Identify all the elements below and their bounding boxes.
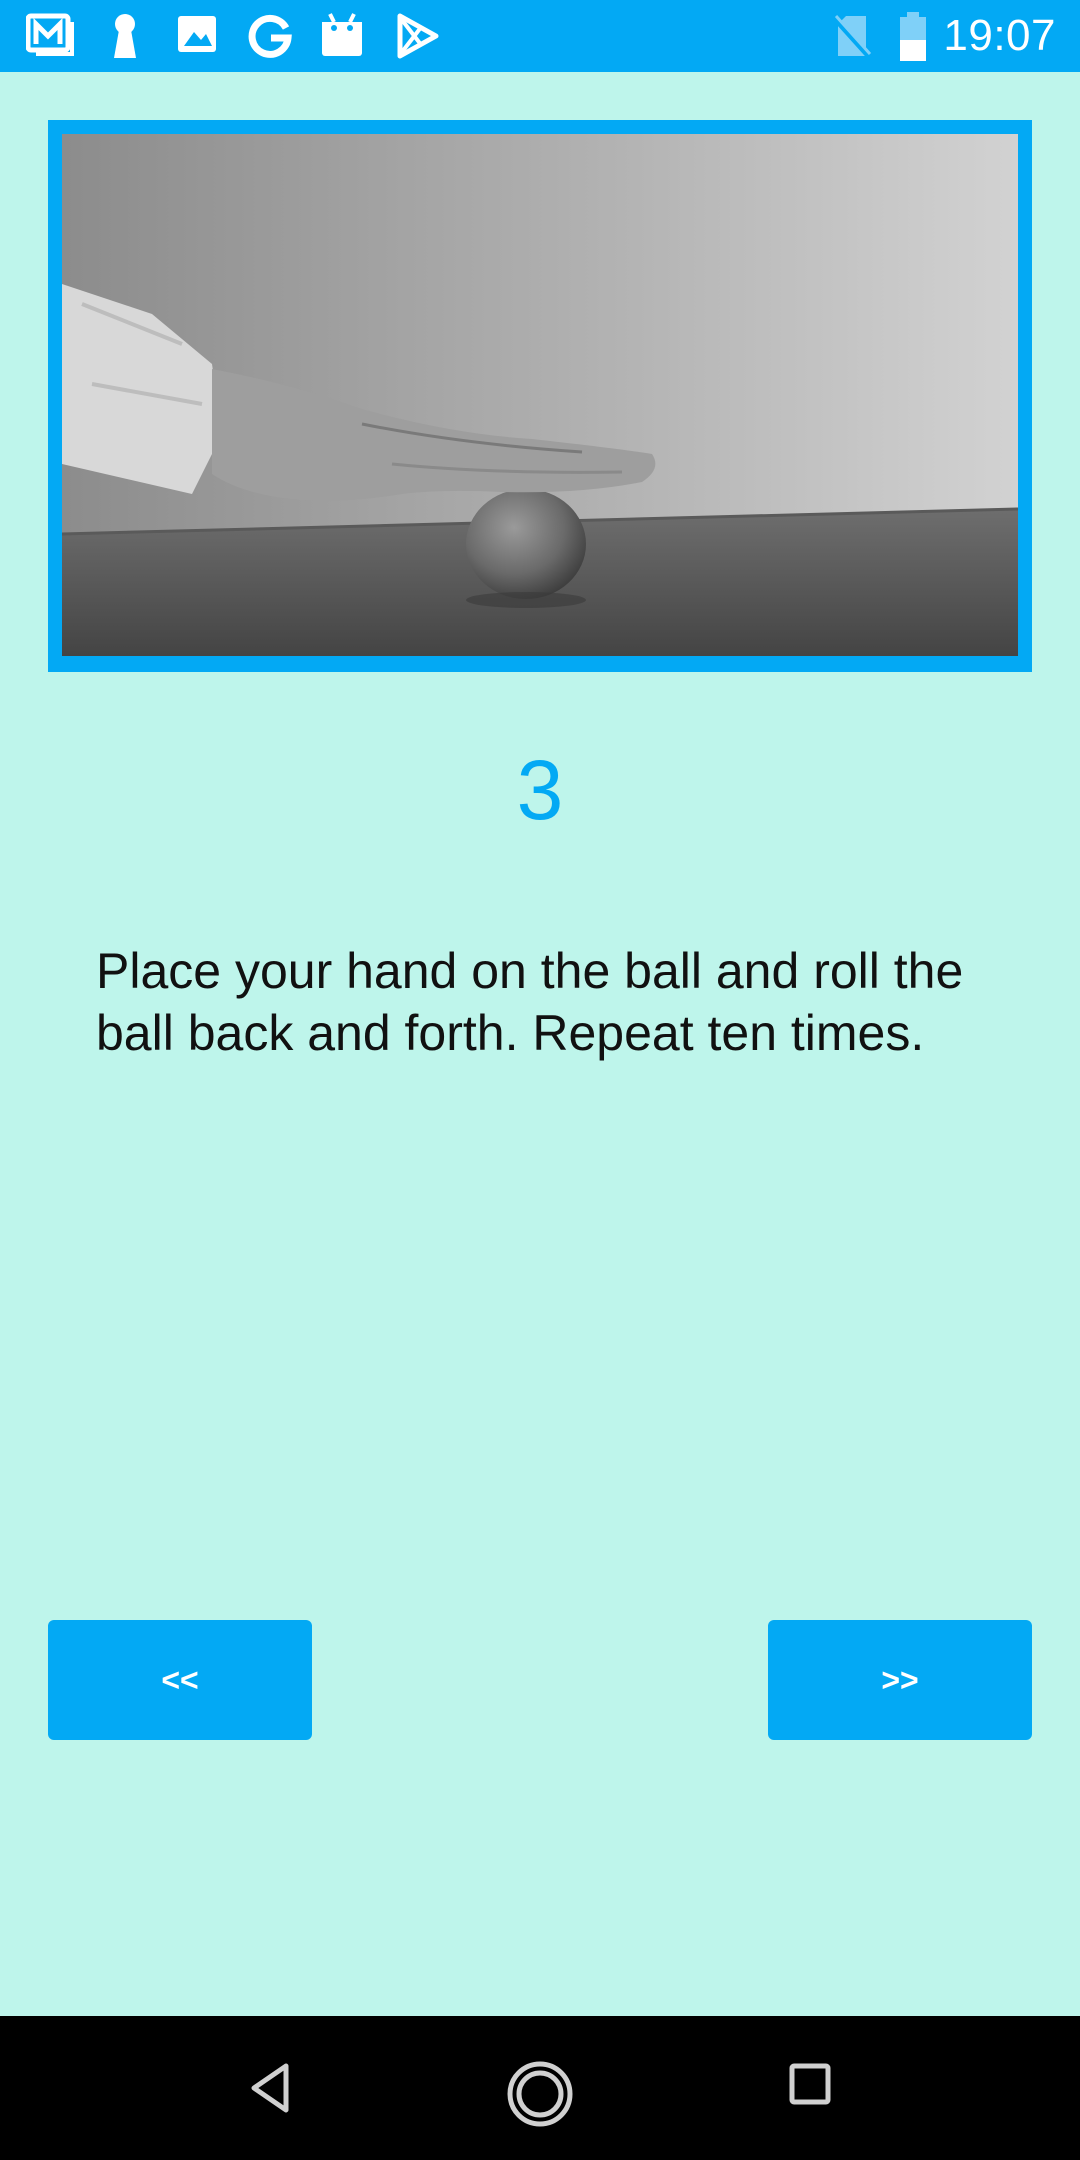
status-bar: 19:07 bbox=[0, 0, 1080, 72]
exercise-image bbox=[62, 134, 1018, 656]
next-button[interactable]: >> bbox=[768, 1620, 1032, 1740]
image-icon bbox=[178, 16, 216, 52]
recents-icon[interactable] bbox=[786, 2060, 834, 2108]
gmail-icon bbox=[26, 13, 74, 56]
instruction-text: Place your hand on the ball and roll the… bbox=[96, 943, 964, 1061]
status-clock: 19:07 bbox=[943, 11, 1056, 60]
previous-button[interactable]: << bbox=[48, 1620, 312, 1740]
google-icon bbox=[248, 14, 292, 58]
step-number: 3 bbox=[516, 743, 564, 837]
keyhole-icon bbox=[114, 14, 136, 58]
back-icon[interactable] bbox=[246, 2060, 294, 2116]
play-store-icon bbox=[397, 13, 439, 59]
exercise-image-frame bbox=[48, 120, 1032, 672]
no-sim-icon bbox=[832, 14, 872, 60]
system-nav-bar bbox=[0, 2016, 1080, 2160]
calendar-app-icon bbox=[322, 13, 362, 56]
battery-icon bbox=[900, 12, 926, 61]
home-icon[interactable] bbox=[506, 2060, 574, 2128]
